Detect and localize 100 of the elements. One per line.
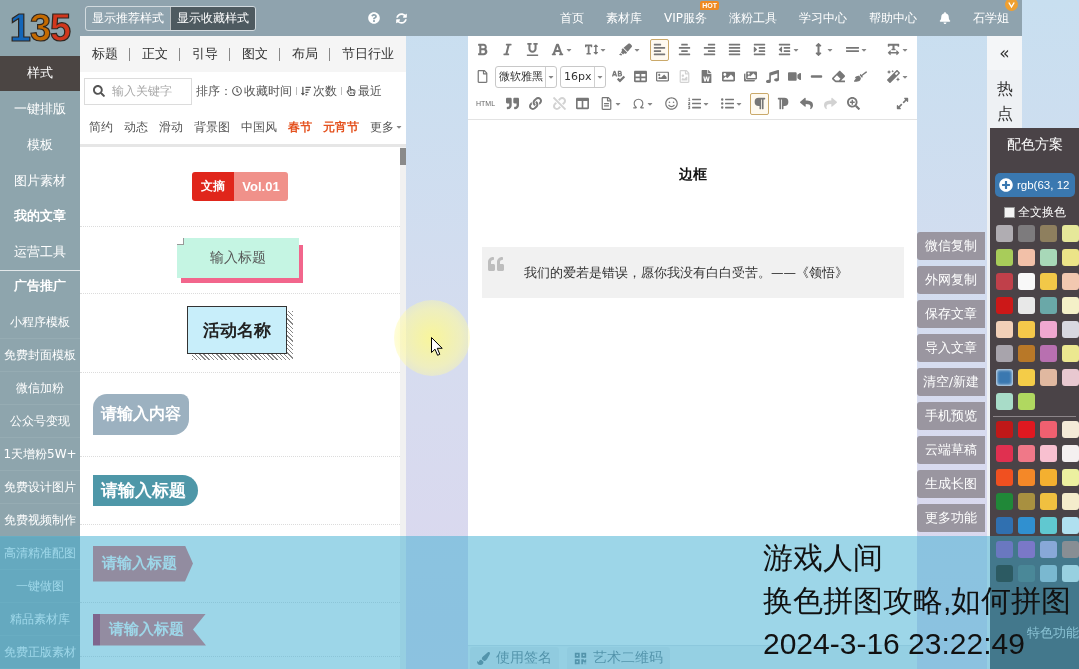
action-button[interactable]: 手机预览 [917,402,985,430]
features-label[interactable]: 特色功能 [1027,625,1079,642]
action-button[interactable]: 生成长图 [917,470,985,498]
color-swatch-icon[interactable] [1040,541,1057,558]
category-tab[interactable]: 引导 [192,45,218,63]
title-arrow-banner[interactable]: 请输入标题 [93,545,193,582]
scrollbar-thumb[interactable] [400,148,406,165]
toolbar-button[interactable] [650,38,669,61]
color-swatch-icon[interactable] [1018,249,1035,266]
nav-link[interactable]: 涨粉工具 [729,9,777,27]
color-swatch-icon[interactable] [1018,421,1035,438]
color-swatch-icon[interactable] [996,445,1013,462]
category-tab[interactable]: 节日行业 [342,45,394,63]
color-swatch-icon[interactable] [996,345,1013,362]
color-swatch-icon[interactable] [1062,249,1079,266]
color-swatch-icon[interactable] [1062,297,1079,314]
color-swatch-icon[interactable] [1018,273,1035,290]
bell-icon[interactable] [939,12,951,24]
action-button[interactable]: 微信复制 [917,232,985,260]
title-pill[interactable]: 请输入标题 [93,475,198,506]
filter-tag[interactable]: 背景图 [194,118,230,136]
color-swatch-icon[interactable] [1040,421,1057,438]
color-swatch-icon[interactable] [1018,321,1035,338]
view-toggle[interactable]: 显示收藏样式 [170,6,255,30]
nav-link[interactable]: 帮助中心 [869,9,917,27]
color-swatch-icon[interactable] [1062,493,1079,510]
color-swatch-icon[interactable] [1062,225,1079,242]
color-swatch-icon[interactable] [996,421,1013,438]
nav-link[interactable]: VIP服务 [664,9,707,27]
category-tab[interactable]: 布局 [292,45,318,63]
color-swatch-icon[interactable] [996,321,1013,338]
color-swatch-icon[interactable] [1018,517,1035,534]
color-swatch-icon[interactable] [1018,297,1035,314]
color-swatch-icon[interactable] [1040,469,1057,486]
color-swatch-icon[interactable] [1018,345,1035,362]
sidebar-item[interactable]: 运营工具 [0,234,80,270]
color-swatch-icon[interactable] [996,565,1013,582]
color-swatch-icon[interactable] [996,493,1013,510]
color-swatch-icon[interactable] [1018,369,1035,386]
color-swatch-icon[interactable] [996,225,1013,242]
filter-tag[interactable]: 滑动 [159,118,183,136]
color-swatch-icon[interactable] [1040,517,1057,534]
sort-option[interactable]: 收藏时间 [232,83,292,99]
color-swatch-icon[interactable] [1062,369,1079,386]
volume-badge[interactable]: Vol.01 [234,172,288,201]
color-swatch-icon[interactable] [996,469,1013,486]
color-swatch-icon[interactable] [996,541,1013,558]
action-button[interactable]: 外网复制 [917,266,985,294]
content-tag[interactable]: 请输入内容 [93,394,189,435]
sidebar-item[interactable]: 一键排版 [0,91,80,128]
color-swatch-icon[interactable] [1040,369,1057,386]
color-swatch-icon[interactable] [1062,321,1079,338]
color-swatch-icon[interactable] [1040,297,1057,314]
search-field[interactable]: 输入关键字 [84,77,192,105]
color-swatch-icon[interactable] [1018,541,1035,558]
sidebar-item[interactable]: 我的文章 [0,198,80,235]
toolbar-button[interactable] [750,92,770,115]
filter-tag[interactable]: 春节 [288,118,312,136]
category-tab[interactable]: 标题 [92,45,118,63]
sort-option[interactable]: 最近 [346,83,382,99]
color-swatch-icon[interactable] [1062,421,1079,438]
more-link[interactable]: 更多 [370,118,403,136]
color-swatch-icon[interactable] [996,517,1013,534]
color-swatch-icon[interactable] [1018,445,1035,462]
color-swatch-icon[interactable] [996,273,1013,290]
refresh-icon[interactable] [396,12,407,24]
color-swatch-icon[interactable] [1062,445,1079,462]
sidebar-item[interactable]: 模板 [0,127,80,163]
editor-tool-button[interactable]: 使用签名 [470,647,559,669]
color-swatch-icon[interactable] [1062,541,1079,558]
user-name[interactable]: 石学姐 [973,9,1009,27]
sort-option[interactable]: 次数 [301,83,337,99]
color-swatch-icon[interactable] [1062,565,1079,582]
color-swatch-icon[interactable] [1040,225,1057,242]
filter-tag[interactable]: 元宵节 [323,118,359,136]
filter-tag[interactable]: 中国风 [241,118,277,136]
color-swatch-icon[interactable] [996,393,1013,410]
filter-tag[interactable]: 动态 [124,118,148,136]
checkbox[interactable] [1003,206,1015,218]
title-badge[interactable]: 文摘 [192,172,235,201]
color-swatch-icon[interactable] [1040,345,1057,362]
font-family-select[interactable]: 微软雅黑 [495,65,557,88]
color-swatch-icon[interactable] [1062,345,1079,362]
color-swatch-icon[interactable] [1062,517,1079,534]
color-swatch-icon[interactable] [1040,273,1057,290]
nav-link[interactable]: 素材库 [606,9,642,27]
logo[interactable]: 135 [9,8,71,47]
color-swatch-icon[interactable] [1040,493,1057,510]
color-swatch-icon[interactable] [996,297,1013,314]
collapse-button[interactable]: « [987,36,1022,70]
filter-tag[interactable]: 简约 [89,118,113,136]
category-tab[interactable]: 图文 [242,45,268,63]
title-ribbon[interactable]: 请输入标题 [93,613,206,646]
color-swatch-icon[interactable] [1018,393,1035,410]
nav-link[interactable]: 首页 [560,9,584,27]
action-button[interactable]: 更多功能 [917,504,985,532]
color-swatch-icon[interactable] [1018,225,1035,242]
action-button[interactable]: 导入文章 [917,334,985,362]
sidebar-item[interactable]: 样式 [0,55,80,92]
action-button[interactable]: 云端草稿 [917,436,985,464]
